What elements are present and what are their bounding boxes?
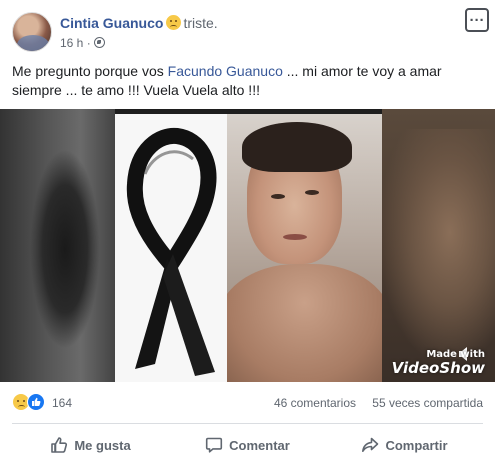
post-stats: 164 46 comentarios 55 veces compartida — [12, 393, 483, 413]
post-video[interactable]: Made with VideoShow — [0, 109, 495, 382]
thumbs-up-mini-icon — [32, 397, 41, 406]
share-button[interactable]: Compartir — [326, 428, 483, 462]
thumbs-up-icon — [51, 437, 68, 453]
share-button-label: Compartir — [385, 437, 448, 453]
like-reaction-icon[interactable] — [27, 393, 45, 411]
comment-icon — [206, 437, 223, 453]
author-line: Cintia Guanuco triste. — [60, 15, 218, 31]
video-blur-right — [382, 109, 495, 382]
like-button[interactable]: Me gusta — [12, 428, 169, 462]
actions-divider — [12, 423, 483, 424]
sad-face-icon — [166, 15, 182, 30]
globe-icon[interactable] — [93, 37, 105, 48]
video-blur-left — [0, 109, 115, 382]
facebook-post: Cintia Guanuco triste. 16 h · ··· Me preg… — [0, 0, 495, 465]
photo-mouth — [283, 234, 307, 240]
feeling-text: triste. — [183, 15, 218, 31]
photo-body — [227, 264, 382, 382]
comment-button-label: Comentar — [229, 437, 290, 453]
memorial-photo — [227, 114, 382, 382]
post-header: Cintia Guanuco triste. 16 h · ··· — [12, 8, 489, 56]
post-text-start: Me pregunto porque vos — [12, 63, 168, 79]
black-ribbon-icon — [126, 127, 217, 376]
author-avatar[interactable] — [12, 12, 52, 52]
photo-hair — [242, 122, 352, 172]
videoshow-watermark: Made with VideoShow — [392, 350, 485, 376]
comment-button[interactable]: Comentar — [169, 428, 326, 462]
mourning-ribbon-panel — [115, 114, 227, 382]
post-actions: Me gusta Comentar Compartir — [12, 428, 483, 462]
comments-count[interactable]: 46 comentarios — [274, 396, 356, 410]
post-timestamp[interactable]: 16 h — [60, 36, 83, 50]
post-text: Me pregunto porque vos Facundo Guanuco .… — [12, 62, 482, 100]
ellipsis-icon: ··· — [469, 11, 485, 29]
mention-link[interactable]: Facundo Guanuco — [168, 63, 283, 79]
author-name[interactable]: Cintia Guanuco — [60, 15, 163, 31]
video-collage — [115, 114, 382, 382]
photo-eye-left — [271, 194, 285, 199]
watermark-line2: VideoShow — [391, 359, 485, 377]
more-options-button[interactable]: ··· — [465, 8, 489, 32]
photo-eye-right — [305, 190, 319, 195]
reaction-count[interactable]: 164 — [52, 396, 72, 410]
like-button-label: Me gusta — [74, 437, 131, 453]
post-meta: 16 h · — [60, 36, 105, 50]
shares-count[interactable]: 55 veces compartida — [372, 396, 483, 410]
meta-separator: · — [86, 36, 91, 50]
share-icon — [362, 437, 379, 452]
